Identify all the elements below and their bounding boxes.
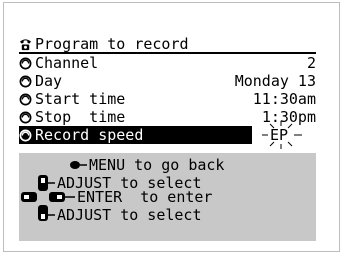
left-button-icon	[21, 192, 37, 202]
phone-icon	[19, 39, 32, 51]
adjust-down-button-icon	[38, 205, 55, 221]
disc-icon	[19, 75, 32, 88]
channel-value: 2	[306, 54, 316, 72]
help-panel: MENU to go back ADJUST to select ENTER t…	[19, 153, 316, 241]
day-label: Day	[35, 72, 63, 90]
disc-icon	[19, 129, 32, 142]
disc-icon	[19, 57, 32, 70]
channel-label: Channel	[35, 54, 99, 72]
menu-item-day[interactable]: Day Monday 13	[19, 72, 316, 90]
adjust-up-button-icon	[38, 175, 55, 191]
day-value: Monday 13	[234, 72, 316, 90]
stop-time-label: Stop time	[35, 108, 126, 126]
menu-item-channel[interactable]: Channel 2	[19, 54, 316, 72]
menu-title: Program to record	[35, 35, 189, 53]
start-time-value: 11:30am	[252, 90, 316, 108]
help-menu-line: MENU to go back	[89, 156, 225, 174]
start-time-label: Start time	[35, 90, 126, 108]
menu-item-start-time[interactable]: Start time 11:30am	[19, 90, 316, 108]
menu-title-row: Program to record	[19, 35, 316, 54]
disc-icon	[19, 111, 32, 124]
disc-icon	[19, 93, 32, 106]
record-speed-text: EP	[270, 126, 289, 144]
record-speed-value: EP	[252, 121, 316, 149]
menu-item-record-speed[interactable]: Record speed EP	[19, 121, 316, 149]
help-adjust-line-2: ADJUST to select	[57, 206, 202, 224]
enter-button-icon	[49, 192, 75, 202]
menu-button-icon	[70, 161, 87, 169]
help-enter-line: ENTER to enter	[77, 188, 213, 206]
record-speed-label: Record speed	[35, 126, 144, 144]
program-menu: Program to record Channel 2 Day Monday 1…	[19, 35, 316, 149]
